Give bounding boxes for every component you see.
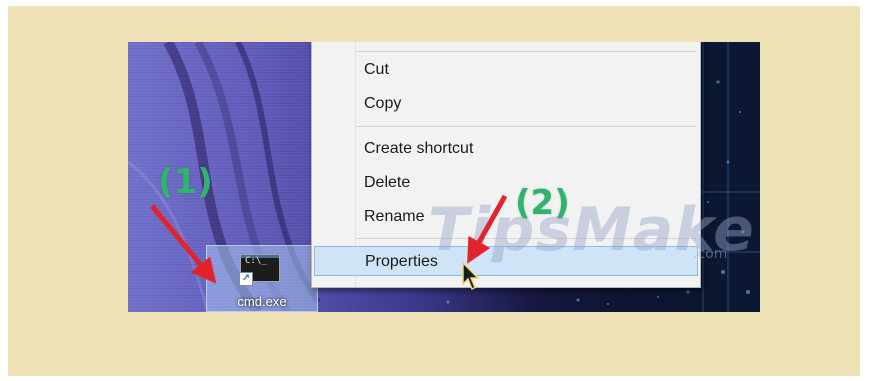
menu-separator [356, 126, 696, 127]
shortcut-overlay-icon: ↗ [239, 272, 253, 286]
step-1-label: (1) [158, 162, 213, 202]
mouse-cursor-icon [462, 262, 480, 291]
cmd-shortcut[interactable]: C:\_ ↗ cmd.exe [206, 245, 318, 312]
shortcut-label: cmd.exe [237, 294, 287, 309]
step-2-label: (2) [515, 183, 570, 223]
desktop-screenshot: C:\_ ↗ cmd.exe Cut Copy Create shortcut … [128, 42, 760, 312]
menu-separator [356, 51, 696, 52]
menu-item-copy[interactable]: Copy [312, 89, 700, 119]
menu-item-delete[interactable]: Delete [312, 168, 700, 198]
menu-item-create-shortcut[interactable]: Create shortcut [312, 134, 700, 164]
watermark-suffix: .com [693, 246, 728, 262]
menu-item-cut[interactable]: Cut [312, 55, 700, 85]
